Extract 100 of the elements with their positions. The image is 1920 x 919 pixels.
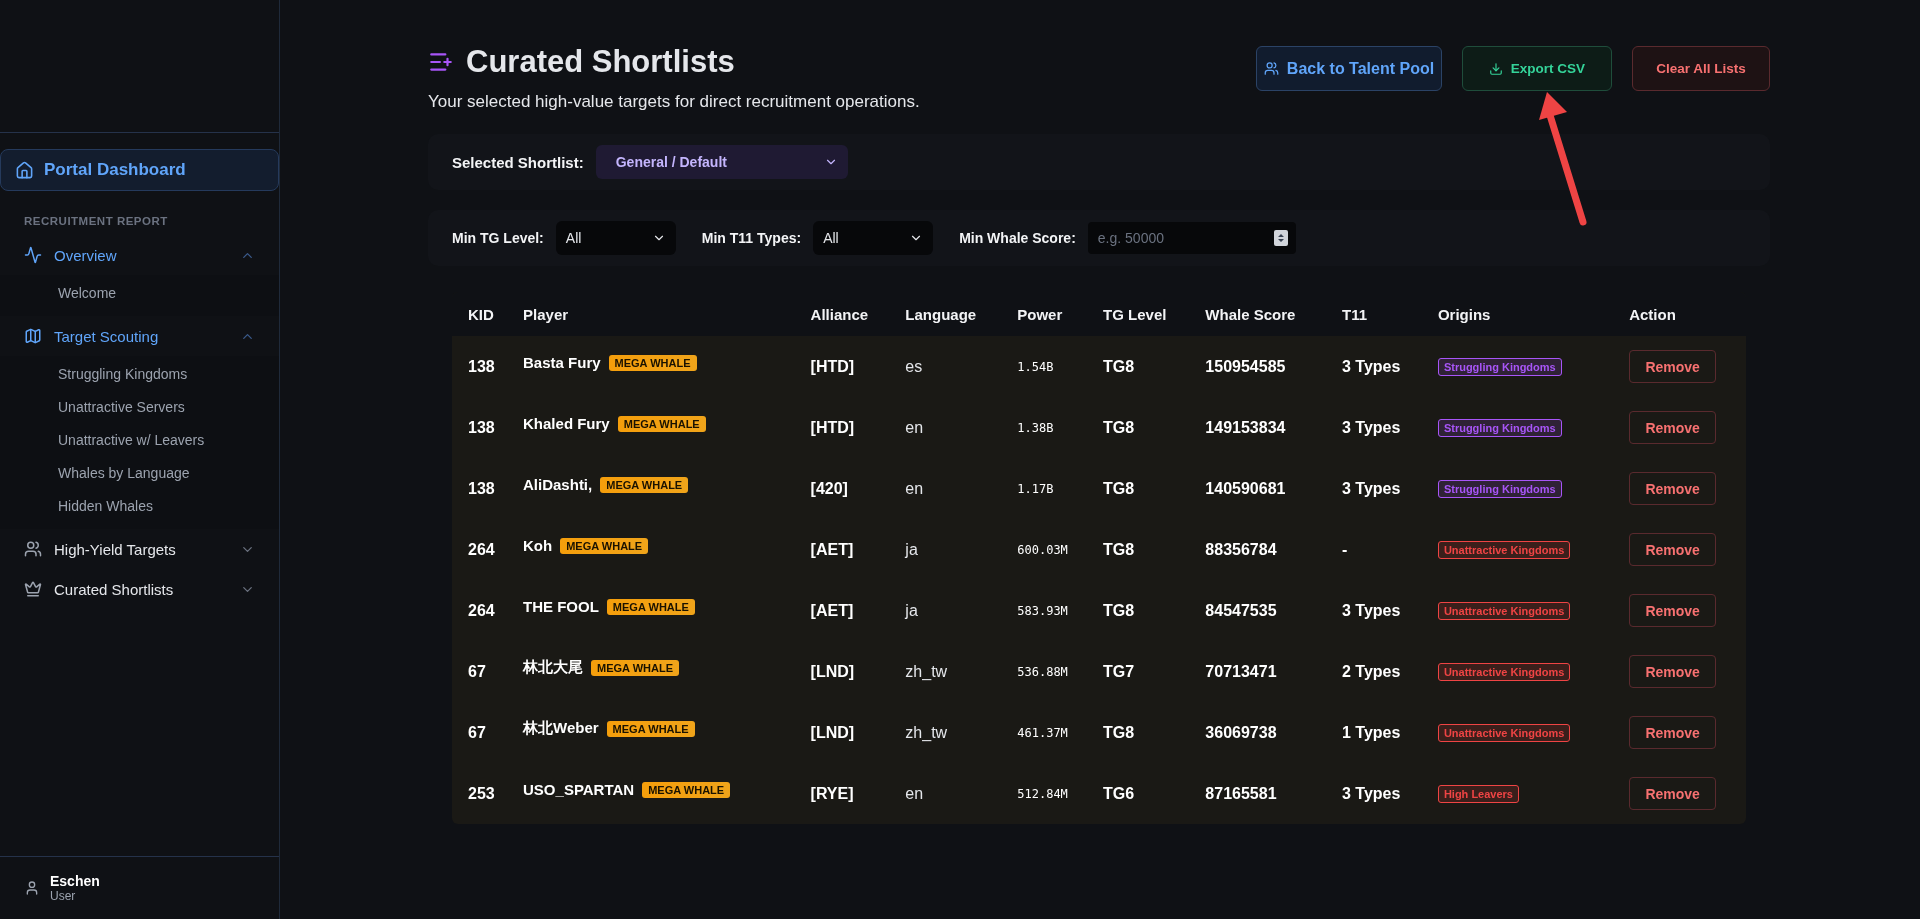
table-cell-text: 70713471 xyxy=(1204,661,1278,682)
table-cell-text: 88356784 xyxy=(1204,539,1278,560)
table-cell-text: 536.88M xyxy=(1016,663,1069,681)
whale-badge: MEGA WHALE xyxy=(600,476,689,493)
origin-tag: Unattractive Kingdoms xyxy=(1437,724,1571,742)
home-icon xyxy=(15,160,34,180)
sidebar-item[interactable]: Unattractive w/ Leavers xyxy=(0,424,279,457)
table-cell: 1.54B xyxy=(1001,336,1088,397)
column-header: Player xyxy=(507,292,795,336)
users-icon xyxy=(24,540,42,558)
table-cell-text: TG8 xyxy=(1102,600,1136,621)
origin-tag: Struggling Kingdoms xyxy=(1437,358,1562,376)
remove-button[interactable]: Remove xyxy=(1629,472,1717,505)
column-header: TG Level xyxy=(1087,292,1190,336)
back-button[interactable]: Back to Talent Pool xyxy=(1256,46,1442,91)
column-header: Alliance xyxy=(794,292,890,336)
table-cell-text: [LND] xyxy=(809,661,856,682)
table-cell-text: 3 Types xyxy=(1341,478,1402,499)
table-cell-text: 512.84M xyxy=(1016,785,1069,803)
table-cell-text: 461.37M xyxy=(1016,724,1069,742)
column-header: Action xyxy=(1613,292,1746,336)
clear-button[interactable]: Clear All Lists xyxy=(1632,46,1770,91)
origin-tag: High Leavers xyxy=(1437,785,1519,803)
sidebar-item[interactable]: Hidden Whales xyxy=(0,490,279,523)
remove-button[interactable]: Remove xyxy=(1629,350,1717,383)
table-cell: 138 xyxy=(452,336,508,397)
shortlist-select[interactable]: General / Default xyxy=(595,145,848,179)
column-header: Whale Score xyxy=(1189,292,1326,336)
table-cell-text: 264 xyxy=(467,539,496,560)
table-cell-text: en xyxy=(904,783,925,804)
whale-badge: MEGA WHALE xyxy=(591,659,679,676)
table-cell-text: [HTD] xyxy=(809,417,856,438)
remove-button[interactable]: Remove xyxy=(1629,411,1717,444)
users-icon xyxy=(1263,61,1279,76)
page-title: Curated Shortlists xyxy=(466,44,735,80)
remove-button[interactable]: Remove xyxy=(1629,655,1717,688)
table-cell-text: zh_tw xyxy=(904,722,949,743)
player-name: AliDashti, xyxy=(523,476,593,493)
table-cell: [HTD] xyxy=(794,336,890,397)
sidebar-group[interactable]: Overview xyxy=(0,235,279,275)
filter-select[interactable]: All xyxy=(813,221,934,255)
column-header: Origins xyxy=(1421,292,1614,336)
portal-dashboard-link[interactable]: Portal Dashboard xyxy=(0,149,279,191)
table-cell-text: [420] xyxy=(809,478,849,499)
table-cell-text: 1.17B xyxy=(1016,480,1055,498)
table-cell-text: 149153834 xyxy=(1204,417,1287,438)
page-subtitle: Your selected high-value targets for direct recruitment operations. xyxy=(428,92,920,112)
remove-button[interactable]: Remove xyxy=(1629,533,1717,566)
player-name: 林北大尾 xyxy=(523,658,584,677)
origin-tag: Struggling Kingdoms xyxy=(1437,480,1562,498)
table-cell-text: TG8 xyxy=(1102,478,1136,499)
player-name: Koh xyxy=(523,537,553,554)
whale-badge: MEGA WHALE xyxy=(608,354,697,371)
remove-button[interactable]: Remove xyxy=(1629,777,1717,810)
column-header: Language xyxy=(889,292,1002,336)
table-cell-text: TG8 xyxy=(1102,417,1136,438)
user-role: User xyxy=(50,889,77,903)
table-cell-text: ja xyxy=(904,600,919,621)
table-cell-text: 583.93M xyxy=(1016,602,1069,620)
sidebar-item[interactable]: Unattractive Servers xyxy=(0,391,279,424)
table-cell-text: 140590681 xyxy=(1204,478,1287,499)
filter-label: Min T11 Types: xyxy=(701,230,802,246)
table-cell: 150954585 xyxy=(1189,336,1326,397)
table-cell: es xyxy=(889,336,1002,397)
table-cell-text: ja xyxy=(904,539,919,560)
origin-tag: Unattractive Kingdoms xyxy=(1437,602,1571,620)
table-cell-text: [RYE] xyxy=(809,783,855,804)
section-title: RECRUITMENT REPORT xyxy=(24,215,169,227)
table-cell-text: en xyxy=(904,417,925,438)
remove-button[interactable]: Remove xyxy=(1629,716,1717,749)
table-cell-text: 1 Types xyxy=(1341,722,1402,743)
sidebar-item[interactable]: Struggling Kingdoms xyxy=(0,358,279,391)
table-cell-text: TG8 xyxy=(1102,722,1136,743)
sidebar-item[interactable]: Whales by Language xyxy=(0,457,279,490)
export-button[interactable]: Export CSV xyxy=(1462,46,1612,91)
sidebar-group[interactable]: Curated Shortlists xyxy=(0,569,279,609)
sidebar-group[interactable]: Target Scouting xyxy=(0,316,279,356)
table-cell-text: TG6 xyxy=(1102,783,1136,804)
whale-score-field[interactable]: e.g. 50000 xyxy=(1087,222,1296,254)
table-cell-text: [AET] xyxy=(809,600,855,621)
sidebar-group[interactable]: High-Yield Targets xyxy=(0,529,279,569)
table-cell-text: [LND] xyxy=(809,722,856,743)
table-cell-text: 67 xyxy=(467,661,487,682)
table-cell-text: 67 xyxy=(467,722,487,743)
table-cell-text: zh_tw xyxy=(904,661,949,682)
table-cell: 3 Types xyxy=(1326,336,1422,397)
table-cell-text: 3 Types xyxy=(1341,600,1402,621)
filter-select[interactable]: All xyxy=(555,221,676,255)
user-name: Eschen xyxy=(50,873,100,889)
origin-tag: Unattractive Kingdoms xyxy=(1437,541,1571,559)
table-cell-text: 138 xyxy=(467,478,496,499)
remove-button[interactable]: Remove xyxy=(1629,594,1717,627)
whale-badge: MEGA WHALE xyxy=(606,598,695,615)
table-cell-text: 36069738 xyxy=(1204,722,1278,743)
table-cell-text: 87165581 xyxy=(1204,783,1278,804)
whale-badge: MEGA WHALE xyxy=(606,720,695,737)
table-cell-text: 3 Types xyxy=(1341,783,1402,804)
player-name: 林北Weber xyxy=(523,719,599,738)
column-header: T11 xyxy=(1326,292,1422,336)
sidebar-item[interactable]: Welcome xyxy=(0,277,279,310)
